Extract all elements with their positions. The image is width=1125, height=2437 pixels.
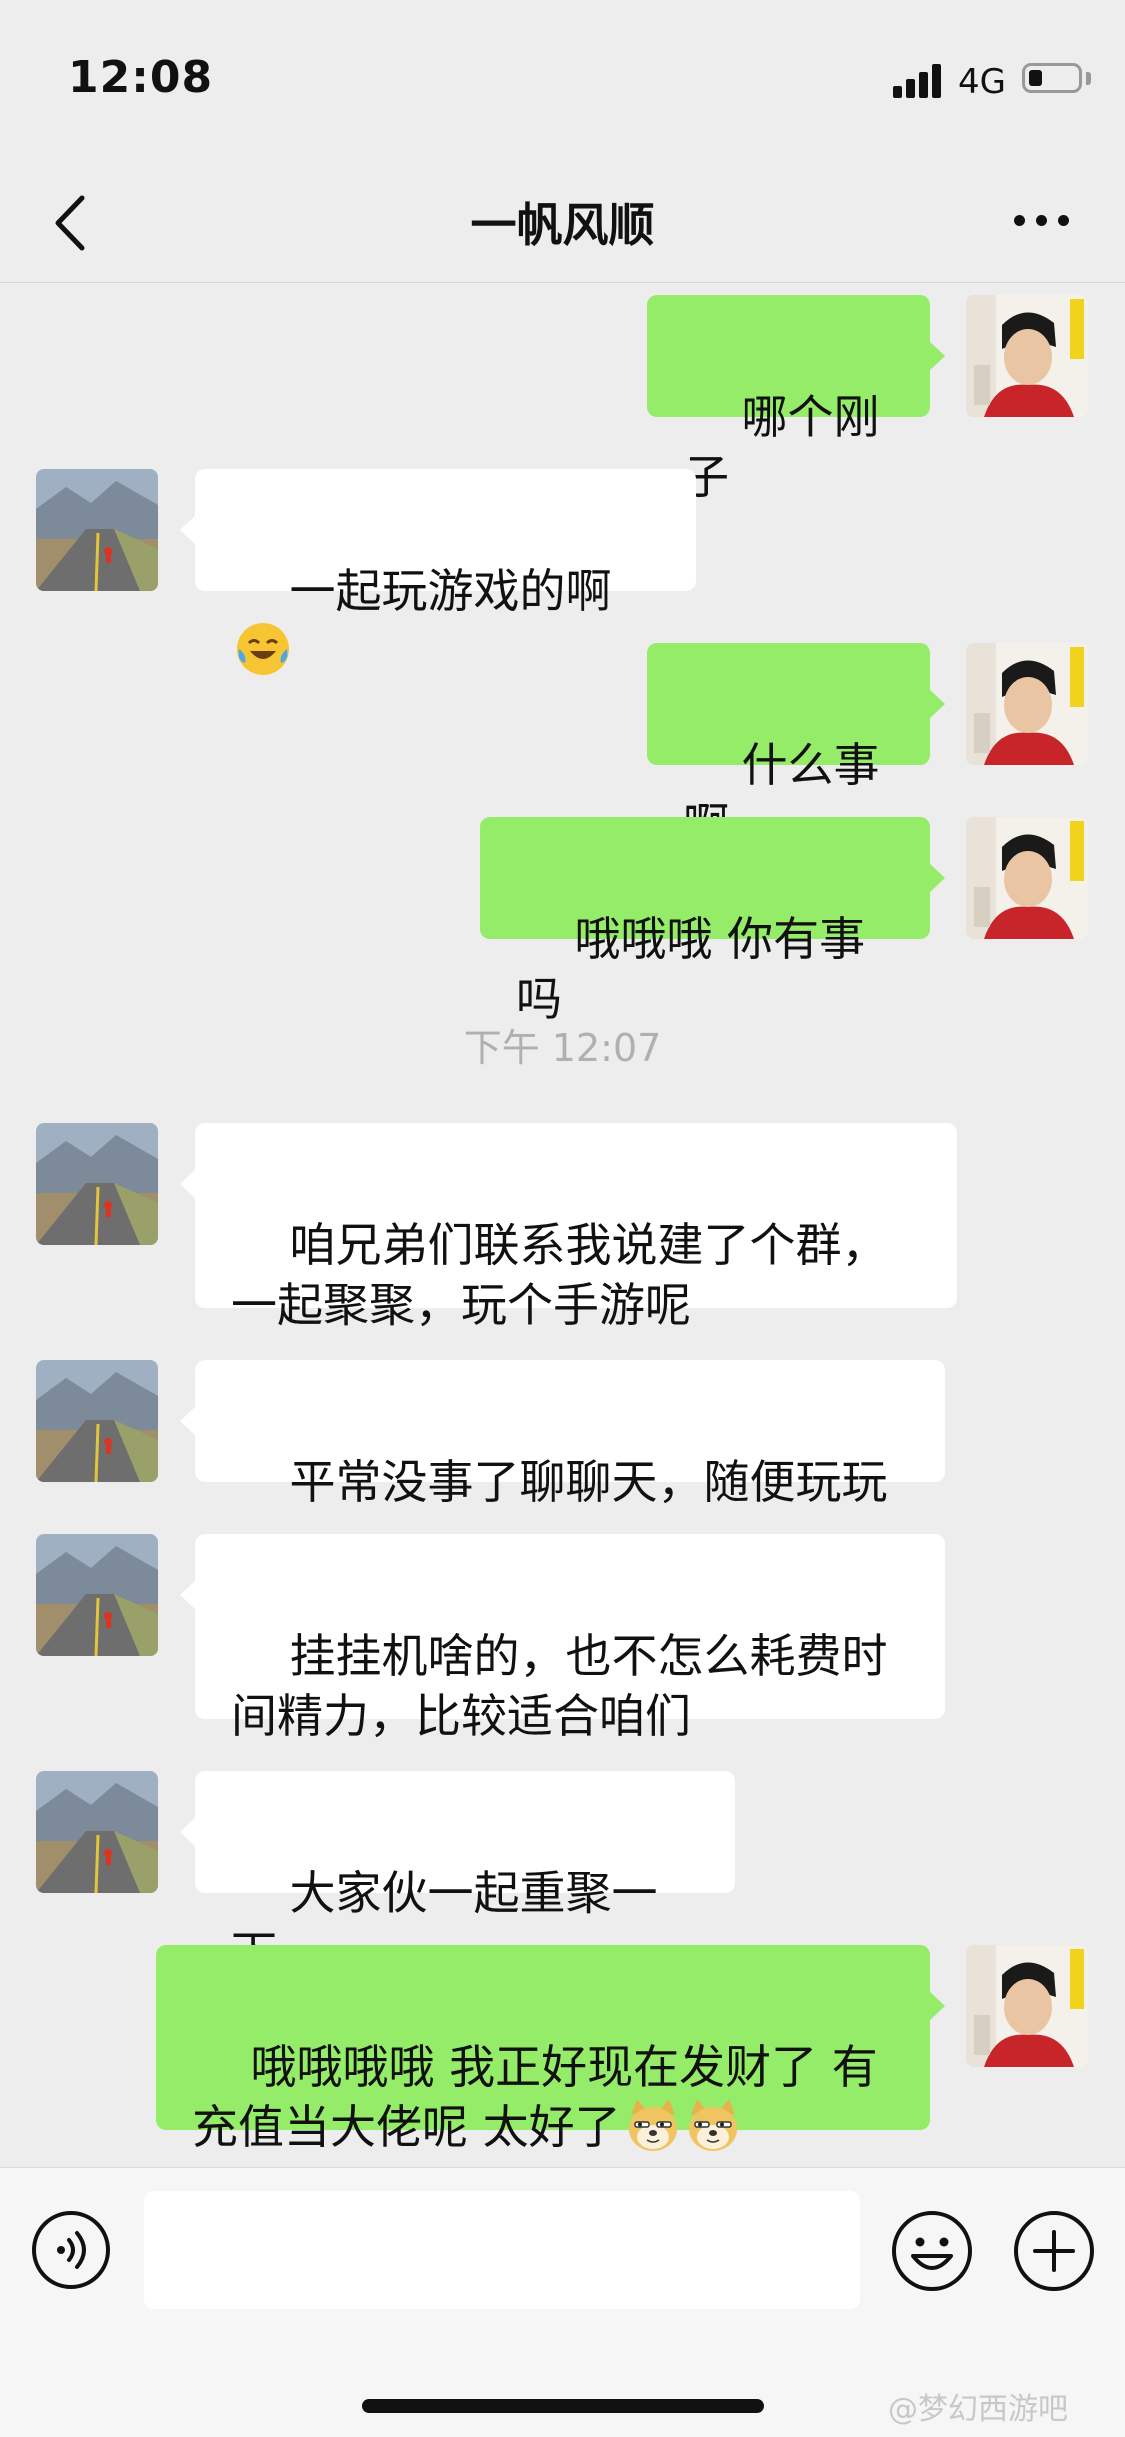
crying-laughing-emoji	[237, 623, 289, 675]
message-text: 平常没事了聊聊天，随便玩玩	[289, 1455, 888, 1509]
message-text: 哦哦哦 你有事吗	[516, 912, 866, 1026]
status-bar: 12:08 4G	[0, 0, 1125, 165]
message-list[interactable]: 哪个刚子 一起玩游戏的啊 什么事 哦哦哦 你有事吗 下午 12:07 咱兄弟们联…	[0, 283, 1125, 2167]
contact-avatar[interactable]	[36, 1534, 158, 1656]
message-text: 一起玩游戏的啊	[289, 564, 612, 618]
watermark: @梦幻西游吧	[888, 2392, 1068, 2427]
doge-emoji	[628, 2099, 677, 2151]
battery-cap	[1086, 72, 1091, 85]
message-bubble-outgoing[interactable]: 哪个刚子	[647, 295, 945, 504]
status-time: 12:08	[68, 52, 214, 103]
voice-input-icon[interactable]	[31, 2210, 111, 2290]
message-bubble-incoming[interactable]: 大家伙一起重聚一下	[180, 1771, 735, 1980]
contact-avatar[interactable]	[36, 1771, 158, 1893]
message-text: 咱兄弟们联系我说建了个群， 一起聚聚，玩个手游呢	[231, 1218, 888, 1332]
network-type: 4G	[958, 62, 1006, 102]
message-text: 哦哦哦哦 我正好现在发财了 有 充值当大佬呢 太好了	[192, 2040, 878, 2154]
message-text: 哪个刚子	[683, 390, 880, 504]
message-bubble-outgoing[interactable]: 什么事啊	[647, 643, 945, 852]
signal-icon	[893, 64, 945, 98]
chat-title: 一帆风顺	[470, 198, 655, 252]
contact-avatar[interactable]	[36, 469, 158, 591]
message-bubble-incoming[interactable]: 一起玩游戏的啊	[180, 469, 696, 675]
emoji-icon[interactable]	[891, 2210, 973, 2292]
contact-avatar[interactable]	[36, 1360, 158, 1482]
message-input[interactable]	[144, 2191, 860, 2309]
message-text: 挂挂机啥的，也不怎么耗费时 间精力，比较适合咱们	[231, 1629, 888, 1743]
my-avatar[interactable]	[966, 643, 1088, 765]
my-avatar[interactable]	[966, 295, 1088, 417]
message-bubble-incoming[interactable]: 咱兄弟们联系我说建了个群， 一起聚聚，玩个手游呢	[180, 1123, 957, 1332]
message-timestamp: 下午 12:07	[463, 1026, 662, 1070]
more-options-icon[interactable]	[1012, 215, 1072, 231]
contact-avatar[interactable]	[36, 1123, 158, 1245]
message-bubble-outgoing[interactable]: 哦哦哦 你有事吗	[480, 817, 945, 1026]
message-bubble-incoming[interactable]: 挂挂机啥的，也不怎么耗费时 间精力，比较适合咱们	[180, 1534, 945, 1743]
my-avatar[interactable]	[966, 817, 1088, 939]
home-indicator[interactable]	[362, 2399, 764, 2413]
message-bubble-outgoing[interactable]: 哦哦哦哦 我正好现在发财了 有 充值当大佬呢 太好了	[156, 1945, 945, 2154]
plus-icon[interactable]	[1013, 2210, 1095, 2292]
my-avatar[interactable]	[966, 1945, 1088, 2067]
battery-icon	[1022, 63, 1082, 93]
doge-emoji	[688, 2099, 737, 2151]
message-bubble-incoming[interactable]: 平常没事了聊聊天，随便玩玩	[180, 1360, 945, 1509]
chat-header: 一帆风顺	[0, 165, 1125, 283]
